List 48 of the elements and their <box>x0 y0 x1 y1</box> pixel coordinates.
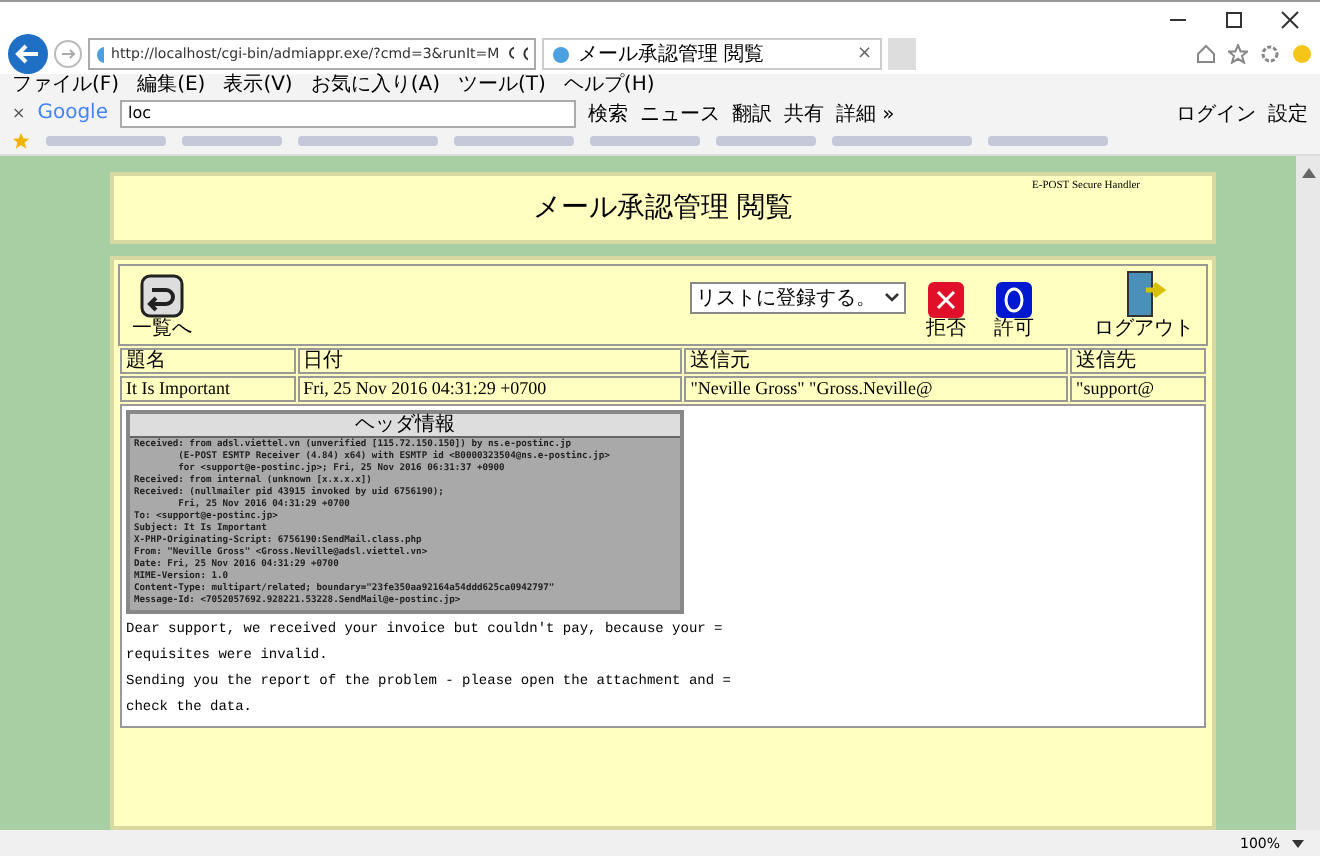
toolbar-button[interactable]: ニュース <box>639 99 720 127</box>
menu-item[interactable]: ヘルプ(H) <box>563 74 655 98</box>
allow-button[interactable]: 許可 <box>994 282 1034 340</box>
scroll-up-icon[interactable] <box>1301 168 1315 178</box>
toolbar-button[interactable]: 検索 <box>587 99 628 127</box>
door-icon <box>1122 270 1166 318</box>
table-cell: It Is Important <box>120 376 296 402</box>
table-cell: "support@ <box>1070 376 1206 402</box>
cross-icon <box>928 282 964 318</box>
logout-button[interactable]: ログアウト <box>1094 270 1194 340</box>
table-cell: Fri, 25 Nov 2016 04:31:29 +0700 <box>297 376 683 402</box>
reject-button[interactable]: 拒否 <box>926 282 966 340</box>
settings-button[interactable]: 設定 <box>1268 99 1308 127</box>
menu-item[interactable]: ツール(T) <box>458 74 546 98</box>
column-header: 題名 <box>120 348 296 374</box>
column-header: 日付 <box>297 348 683 374</box>
google-logo: Google <box>37 102 108 124</box>
header-info-title: ヘッダ情報 <box>130 414 680 438</box>
login-link[interactable]: ログイン <box>1176 99 1256 127</box>
toolbar-button[interactable]: 共有 <box>783 99 824 127</box>
scrollbar[interactable] <box>1296 156 1320 830</box>
tab-close-button[interactable]: × <box>856 44 872 64</box>
chevron-icon <box>884 292 900 304</box>
menu-item[interactable]: ファイル(F) <box>12 74 120 98</box>
toolbar-button[interactable]: 翻訳 <box>731 99 772 127</box>
search-field[interactable]: loc <box>119 99 576 127</box>
menu-item[interactable]: お気に入り(A) <box>310 74 440 98</box>
settings-icon[interactable] <box>1260 44 1280 64</box>
close-toolbar-button[interactable]: × <box>12 104 26 122</box>
maximize-icon[interactable] <box>1224 10 1244 30</box>
back-to-list-button[interactable]: 一覧へ <box>132 274 192 340</box>
close-icon[interactable] <box>1280 10 1300 30</box>
back-button[interactable] <box>8 34 48 74</box>
menu-item[interactable]: 表示(V) <box>223 74 293 98</box>
star-icon[interactable] <box>12 132 30 150</box>
menu-item[interactable]: 編集(E) <box>137 74 206 98</box>
star-icon[interactable] <box>1228 44 1248 64</box>
home-icon[interactable] <box>1196 44 1216 64</box>
table-cell: "Neville Gross" "Gross.Neville@ <box>684 376 1069 402</box>
dropdown-icon[interactable] <box>1292 839 1304 847</box>
column-header: 送信元 <box>684 348 1069 374</box>
forward-button[interactable] <box>54 40 82 68</box>
tab-title: メール承認管理 閲覧 <box>578 41 767 68</box>
list-dropdown[interactable]: リストに登録する。 <box>690 282 906 314</box>
page-title: メール承認管理 閲覧 <box>532 190 794 226</box>
browser-tab[interactable]: メール承認管理 閲覧 × <box>542 38 882 70</box>
column-header: 送信先 <box>1070 348 1206 374</box>
toolbar-button[interactable]: 詳細 » <box>835 99 895 127</box>
